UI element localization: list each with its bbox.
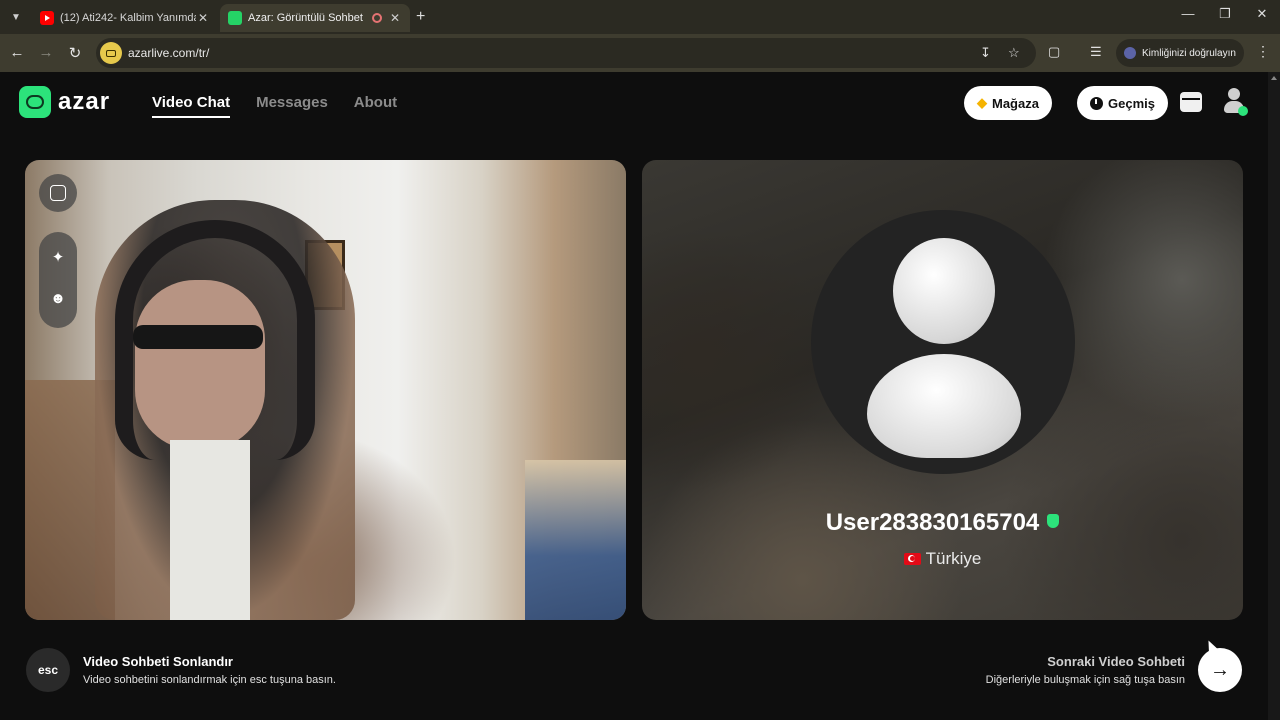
site-info-icon[interactable] (100, 42, 122, 64)
azar-logo[interactable]: azar (19, 86, 110, 118)
browser-tab-azar[interactable]: Azar: Görüntülü Sohbet & V ✕ (220, 4, 410, 32)
end-chat-esc-button[interactable]: esc (26, 648, 70, 692)
nav-video-chat[interactable]: Video Chat (152, 94, 231, 118)
nav-about[interactable]: About (354, 94, 397, 118)
new-tab-button[interactable]: + (416, 8, 425, 26)
close-tab-icon[interactable]: ✕ (388, 11, 402, 25)
azar-logo-icon (19, 86, 51, 118)
online-badge-icon (1238, 106, 1248, 116)
face-filter-icon[interactable]: ☻ (39, 290, 77, 307)
browser-tab-youtube[interactable]: (12) Ati242- Kalbim Yanımda (O ✕ (32, 4, 218, 32)
profile-badge-icon (1124, 47, 1136, 59)
shop-label: Mağaza (992, 95, 1039, 111)
azar-page: azar Video Chat Messages About ◆ Mağaza … (0, 72, 1268, 720)
peer-country: Türkiye (925, 549, 982, 568)
peer-avatar-placeholder (811, 210, 1075, 474)
verified-shield-icon (1047, 514, 1060, 528)
browser-toolbar: ← → ↻ azarlive.com/tr/ ↧ ☆ ▢ ☰ Kimliğini… (0, 34, 1280, 72)
history-button[interactable]: Geçmiş (1077, 86, 1168, 120)
reload-icon[interactable]: ↻ (66, 44, 84, 62)
install-icon[interactable]: ↧ (980, 45, 991, 61)
peer-username: User283830165704 (825, 509, 1040, 536)
menu-icon[interactable]: ⋮ (1256, 43, 1270, 60)
video-tools: ✦ ☻ (39, 232, 77, 328)
restore-icon[interactable]: ❐ (1215, 6, 1235, 22)
clock-icon (1090, 96, 1103, 110)
browser-tab-bar: ▼ (12) Ati242- Kalbim Yanımda (O ✕ Azar:… (0, 0, 1280, 34)
url-text[interactable]: azarlive.com/tr/ (128, 46, 209, 60)
next-chat-title: Sonraki Video Sohbeti (1047, 654, 1185, 669)
minimize-video-button[interactable] (39, 174, 77, 212)
arrow-right-icon: → (1210, 658, 1230, 681)
inventory-box-icon[interactable] (1180, 92, 1202, 112)
gem-icon: ◆ (977, 95, 987, 110)
turkey-flag-icon (903, 553, 921, 565)
main-nav: Video Chat Messages About (152, 94, 397, 118)
peer-username-row: User283830165704 (642, 509, 1243, 537)
tab-title: (12) Ati242- Kalbim Yanımda (O (60, 12, 196, 24)
back-icon[interactable]: ← (8, 44, 26, 61)
close-window-icon[interactable]: ✕ (1252, 6, 1272, 22)
shop-button[interactable]: ◆ Mağaza (964, 86, 1052, 120)
forward-icon[interactable]: → (37, 44, 55, 61)
logo-text: azar (58, 88, 111, 115)
minimize-icon[interactable]: — (1178, 6, 1198, 21)
address-bar[interactable]: azarlive.com/tr/ ↧ ☆ (96, 38, 1036, 68)
tab-search-chevron-icon[interactable]: ▼ (6, 7, 26, 27)
next-chat-button[interactable]: → (1198, 648, 1242, 692)
page-scrollbar[interactable] (1268, 72, 1280, 720)
azar-icon (228, 11, 242, 25)
bookmark-star-icon[interactable]: ☆ (1008, 45, 1020, 61)
verify-label: Kimliğinizi doğrulayın (1142, 47, 1236, 59)
peer-video: User283830165704 Türkiye (642, 160, 1243, 620)
nav-messages[interactable]: Messages (256, 94, 328, 118)
tab-title: Azar: Görüntülü Sohbet & V (248, 12, 366, 24)
end-chat-title: Video Sohbeti Sonlandır (83, 654, 233, 669)
extensions-icon[interactable]: ▢ (1048, 44, 1060, 60)
magic-wand-icon[interactable]: ✦ (39, 248, 77, 266)
self-video: ✦ ☻ (25, 160, 626, 620)
close-tab-icon[interactable]: ✕ (196, 11, 210, 25)
media-icon[interactable]: ☰ (1090, 44, 1102, 60)
recording-icon (372, 13, 382, 23)
verify-identity-button[interactable]: Kimliğinizi doğrulayın (1116, 39, 1244, 67)
youtube-icon (40, 11, 54, 25)
history-label: Geçmiş (1108, 95, 1155, 111)
end-chat-hint: Video sohbetini sonlandırmak için esc tu… (83, 674, 336, 686)
shrink-icon (50, 185, 66, 201)
profile-avatar[interactable] (1222, 88, 1248, 116)
next-chat-hint: Diğerleriyle buluşmak için sağ tuşa bası… (985, 674, 1185, 686)
peer-country-row: Türkiye (642, 549, 1243, 569)
